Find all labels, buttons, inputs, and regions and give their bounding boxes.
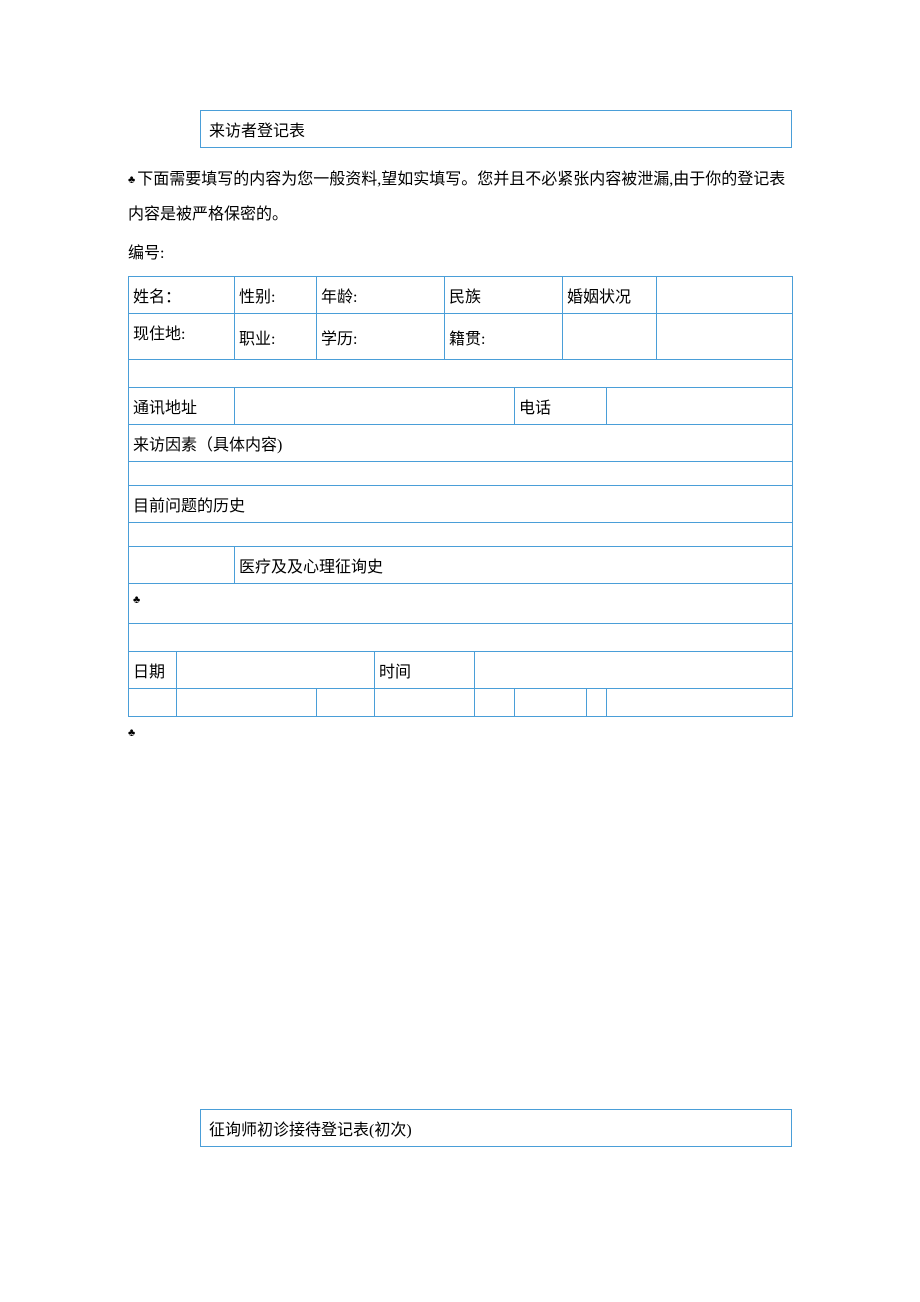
label-date[interactable]: 日期 xyxy=(129,652,177,689)
label-occupation[interactable]: 职业: xyxy=(235,314,317,360)
cell-b2[interactable] xyxy=(177,689,317,717)
row-bottom xyxy=(129,689,793,717)
row-basic-2: 现住地: 职业: 学历: 籍贯: xyxy=(129,314,793,360)
label-ethnic[interactable]: 民族 xyxy=(445,277,563,314)
label-age[interactable]: 年龄: xyxy=(317,277,445,314)
bullet-glyph: ♣ xyxy=(128,168,135,192)
cell-b6[interactable] xyxy=(515,689,587,717)
cell-b3[interactable] xyxy=(317,689,375,717)
bullet-glyph-3: ♣ xyxy=(128,727,135,739)
cell-empty-1[interactable] xyxy=(563,314,657,360)
after-table-glyph: ♣ xyxy=(128,727,792,739)
cell-reason-content[interactable] xyxy=(129,462,793,486)
label-time[interactable]: 时间 xyxy=(375,652,475,689)
row-history-content xyxy=(129,523,793,547)
row-reason-content xyxy=(129,462,793,486)
serial-label: 编号: xyxy=(128,238,792,270)
row-medical: 医疗及及心理征询史 xyxy=(129,547,793,584)
row-reason: 来访因素（具体内容) xyxy=(129,425,793,462)
cell-medical-prefix[interactable] xyxy=(129,547,235,584)
label-origin[interactable]: 籍贯: xyxy=(445,314,563,360)
label-reason[interactable]: 来访因素（具体内容) xyxy=(129,425,793,462)
label-medical[interactable]: 医疗及及心理征询史 xyxy=(235,547,793,584)
registration-table: 姓名： 性别: 年龄: 民族 婚姻状况 现住地: 职业: 学历: 籍贯: 通讯地… xyxy=(128,276,793,717)
cell-phone-value[interactable] xyxy=(607,388,793,425)
label-marital[interactable]: 婚姻状况 xyxy=(563,277,657,314)
cell-marital-value[interactable] xyxy=(657,277,793,314)
bullet-glyph-2: ♣ xyxy=(133,594,140,606)
label-history[interactable]: 目前问题的历史 xyxy=(129,486,793,523)
cell-history-content[interactable] xyxy=(129,523,793,547)
label-education[interactable]: 学历: xyxy=(317,314,445,360)
cell-b5[interactable] xyxy=(475,689,515,717)
cell-address-value[interactable] xyxy=(235,388,515,425)
cell-b1[interactable] xyxy=(129,689,177,717)
title-box-2: 征询师初诊接待登记表(初次) xyxy=(200,1109,792,1147)
cell-date-value[interactable] xyxy=(177,652,375,689)
label-gender[interactable]: 性别: xyxy=(235,277,317,314)
row-date-time: 日期 时间 xyxy=(129,652,793,689)
form-title-1: 来访者登记表 xyxy=(209,123,305,140)
row-medical-content-2 xyxy=(129,624,793,652)
row-history: 目前问题的历史 xyxy=(129,486,793,523)
row-spacer-1 xyxy=(129,360,793,388)
cell-b8[interactable] xyxy=(607,689,793,717)
label-name[interactable]: 姓名： xyxy=(129,277,235,314)
cell-medical-content-2[interactable] xyxy=(129,624,793,652)
page-spacer xyxy=(128,739,792,1109)
label-residence[interactable]: 现住地: xyxy=(129,314,235,360)
cell-time-value[interactable] xyxy=(475,652,793,689)
row-basic-1: 姓名： 性别: 年龄: 民族 婚姻状况 xyxy=(129,277,793,314)
cell-medical-content-1[interactable]: ♣ xyxy=(129,584,793,624)
cell-b4[interactable] xyxy=(375,689,475,717)
intro-text: ♣下面需要填写的内容为您一般资料,望如实填写。您并且不必紧张内容被泄漏,由于你的… xyxy=(128,162,792,232)
cell-spacer-1[interactable] xyxy=(129,360,793,388)
cell-b7[interactable] xyxy=(587,689,607,717)
label-address[interactable]: 通讯地址 xyxy=(129,388,235,425)
label-phone[interactable]: 电话 xyxy=(515,388,607,425)
cell-empty-2[interactable] xyxy=(657,314,793,360)
row-address: 通讯地址 电话 xyxy=(129,388,793,425)
row-medical-content-1: ♣ xyxy=(129,584,793,624)
title-box-1: 来访者登记表 xyxy=(200,110,792,148)
intro-content: 下面需要填写的内容为您一般资料,望如实填写。您并且不必紧张内容被泄漏,由于你的登… xyxy=(128,171,785,223)
form-title-2: 征询师初诊接待登记表(初次) xyxy=(209,1122,412,1139)
